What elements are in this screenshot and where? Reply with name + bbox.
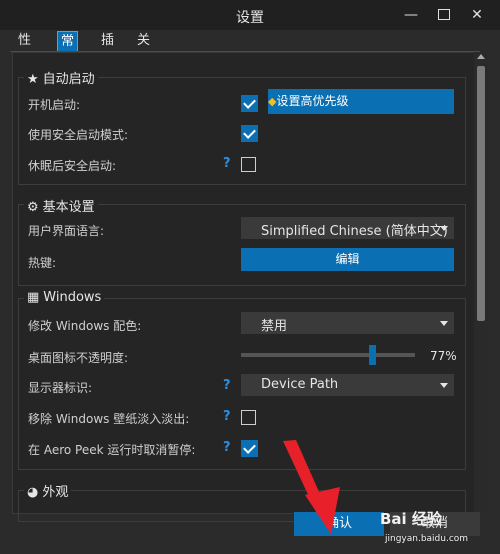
annotation-arrow: [283, 440, 340, 534]
annotation-arrow-head: [305, 487, 340, 534]
watermark-brand: Bai 经验: [380, 510, 442, 528]
watermark-url: jingyan.baidu.com: [385, 534, 469, 544]
